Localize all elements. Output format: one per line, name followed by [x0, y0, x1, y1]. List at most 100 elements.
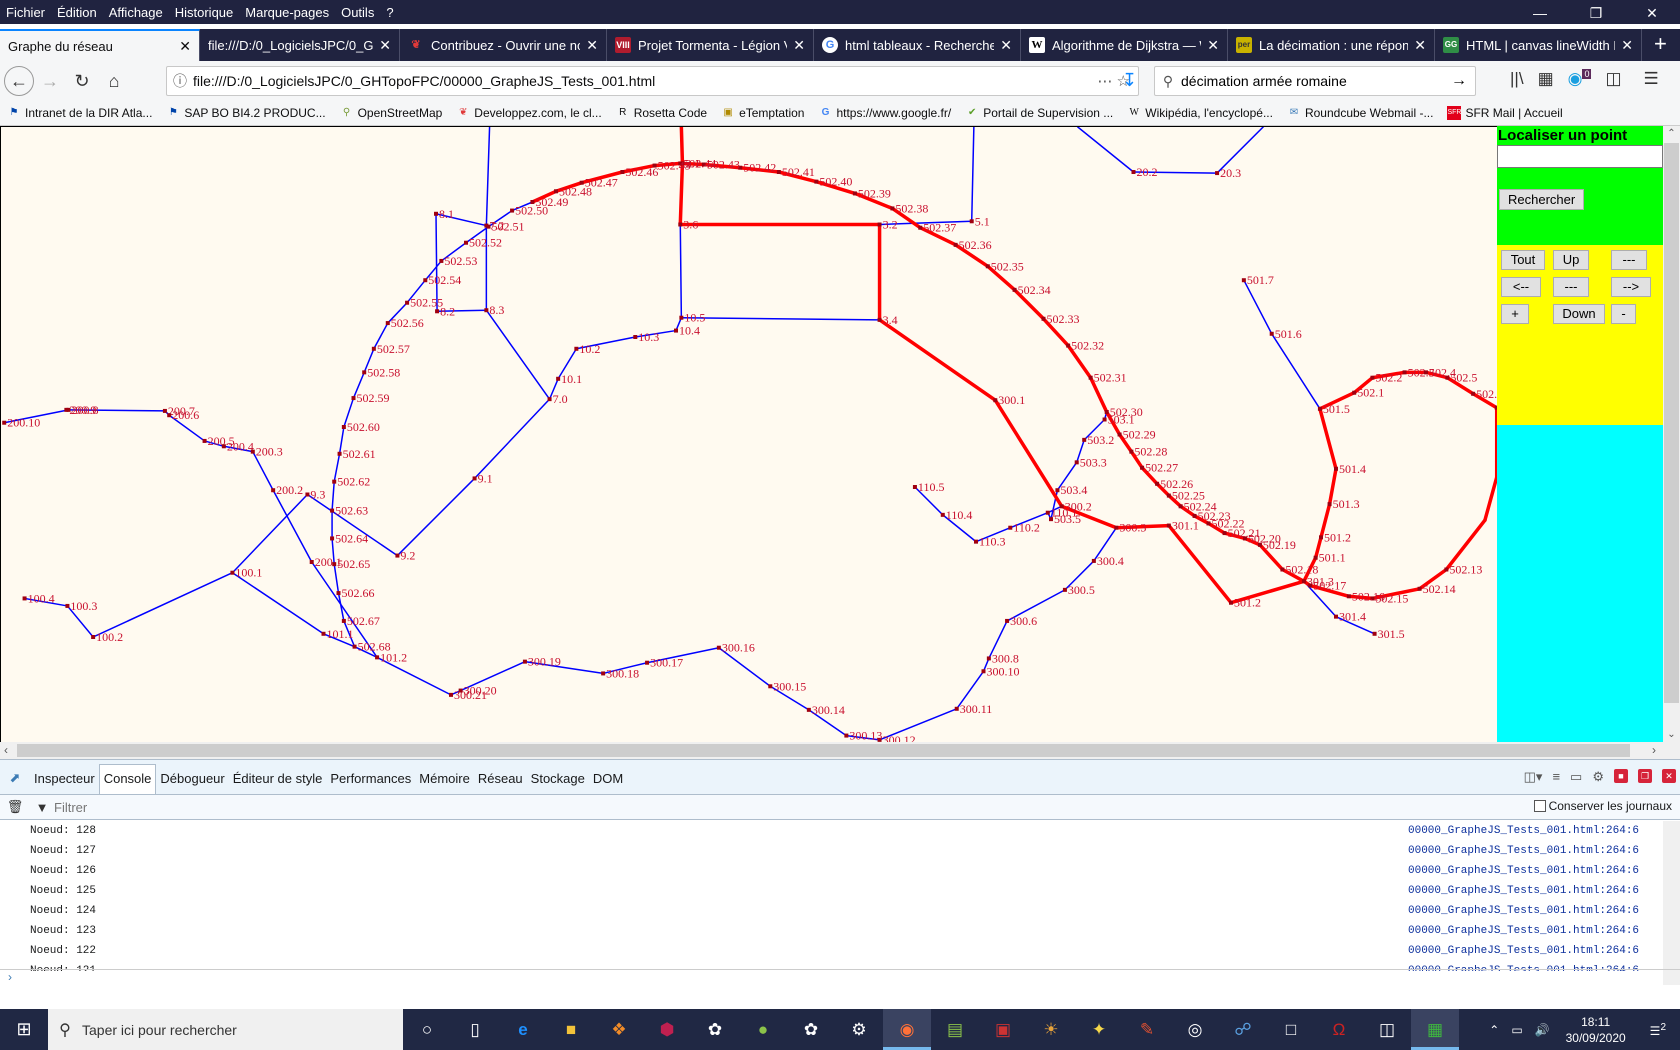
responsive-design-icon[interactable]: ▭ — [1570, 769, 1582, 785]
graph-node[interactable] — [890, 206, 895, 211]
filter-input[interactable]: Filtrer — [54, 800, 87, 815]
left-button[interactable]: <-- — [1501, 277, 1541, 297]
settings-gear-icon[interactable]: ⚙ — [1592, 769, 1604, 785]
graph-node[interactable] — [912, 485, 917, 489]
graph-node[interactable] — [1114, 525, 1119, 530]
search-input[interactable]: décimation armée romaine — [1181, 73, 1451, 89]
graph-node[interactable] — [230, 570, 235, 575]
search-button[interactable]: Rechercher — [1499, 189, 1585, 210]
graph-node[interactable] — [1313, 555, 1318, 560]
tab-dijkstra[interactable]: W Algorithme de Dijkstra — W ✕ — [1021, 29, 1228, 61]
graph-node[interactable] — [1301, 579, 1306, 584]
menu-historique[interactable]: Historique — [169, 5, 240, 20]
graph-node[interactable] — [1317, 406, 1322, 411]
graph-node[interactable] — [330, 508, 335, 513]
vertical-scrollbar[interactable]: ⌃ ⌄ — [1663, 126, 1680, 742]
graph-node[interactable] — [1131, 170, 1136, 174]
graph-node[interactable] — [1319, 535, 1323, 540]
scroll-left-icon[interactable]: ‹ — [4, 742, 8, 759]
graph-node[interactable] — [1074, 460, 1079, 465]
graph-node[interactable] — [352, 644, 357, 649]
scroll-up-icon[interactable]: ⌃ — [1663, 128, 1680, 139]
graph-node[interactable] — [341, 618, 346, 623]
tab-canvas-linewidth[interactable]: GG HTML | canvas lineWidth Pr ✕ — [1435, 29, 1642, 61]
graph-node[interactable] — [1222, 531, 1227, 536]
xampp-icon[interactable]: ❖ — [595, 1009, 643, 1050]
tab-memoire[interactable]: Mémoire — [415, 771, 474, 794]
graph-node[interactable] — [221, 444, 226, 449]
ghostery-icon[interactable]: ◉ 0 — [1568, 69, 1592, 89]
keep-logs-option[interactable]: Conserver les journaux — [1533, 799, 1672, 813]
log-source-link[interactable]: 00000_GrapheJS_Tests_001.html:264:6 — [1408, 941, 1639, 961]
graph-node[interactable] — [202, 438, 207, 443]
brush-app-icon[interactable]: ✎ — [1123, 1009, 1171, 1050]
graph-node[interactable] — [969, 219, 974, 224]
graph-node[interactable] — [167, 413, 172, 418]
tab-editeur-style[interactable]: Éditeur de style — [229, 771, 327, 794]
zoom-in-button[interactable]: + — [1501, 304, 1529, 324]
graph-node[interactable] — [385, 321, 390, 326]
graph-node[interactable] — [486, 224, 491, 229]
download-icon[interactable]: ↧ — [1122, 70, 1137, 91]
bookmark-supervision[interactable]: ✔ Portail de Supervision ... — [958, 106, 1120, 120]
graph-node[interactable] — [940, 512, 945, 517]
graph-node[interactable] — [844, 733, 849, 738]
graph-node[interactable] — [806, 707, 811, 712]
wand-app-icon[interactable]: ✦ — [1075, 1009, 1123, 1050]
tab-reseau[interactable]: Réseau — [474, 771, 527, 794]
close-tab-icon[interactable]: ✕ — [586, 37, 598, 54]
graph-node[interactable] — [1372, 631, 1377, 636]
bookmark-roundcube[interactable]: ✉ Roundcube Webmail -... — [1280, 106, 1441, 120]
graph-node[interactable] — [918, 225, 923, 230]
taskbar-search-input[interactable]: Taper ici pour rechercher — [82, 1022, 237, 1038]
graph-node[interactable] — [1352, 390, 1357, 395]
graph-node[interactable] — [1327, 502, 1332, 507]
graph-node[interactable] — [1104, 410, 1109, 414]
close-tab-icon[interactable]: ✕ — [379, 37, 391, 54]
graph-node[interactable] — [877, 317, 882, 322]
graph-node[interactable] — [1091, 558, 1096, 563]
graph-node[interactable] — [1140, 465, 1145, 470]
graph-node[interactable] — [678, 222, 683, 227]
graph-node[interactable] — [1041, 316, 1046, 321]
graph-node[interactable] — [1215, 171, 1220, 176]
graph-node[interactable] — [309, 560, 314, 564]
bookmark-openstreetmap[interactable]: ⚲ OpenStreetMap — [333, 106, 450, 120]
tab-google[interactable]: G html tableaux - Recherche ✕ — [814, 29, 1021, 61]
reload-button[interactable]: ↻ — [66, 65, 98, 97]
tab-stockage[interactable]: Stockage — [527, 771, 589, 794]
graph-node[interactable] — [1178, 504, 1183, 509]
graph-node[interactable] — [1308, 583, 1313, 588]
graph-node[interactable] — [547, 397, 552, 402]
graph-node[interactable] — [510, 208, 515, 213]
graph-node[interactable] — [1088, 375, 1093, 380]
graph-node[interactable] — [1346, 594, 1351, 599]
edge-icon[interactable]: e — [499, 1009, 547, 1050]
graph-node[interactable] — [2, 420, 7, 425]
graph-node[interactable] — [1334, 466, 1338, 471]
tab-debogueur[interactable]: Débogueur — [156, 771, 228, 794]
graph-node[interactable] — [395, 553, 400, 558]
graph-node[interactable] — [1417, 586, 1422, 591]
firefox-icon[interactable]: ◉ — [883, 1009, 931, 1050]
bookmark-wikipedia[interactable]: W Wikipédia, l'encyclopé... — [1120, 106, 1280, 120]
keep-logs-checkbox[interactable] — [1533, 800, 1546, 812]
new-tab-button[interactable]: + — [1642, 29, 1679, 61]
library-icon[interactable]: ||\ — [1510, 69, 1524, 89]
hamburger-menu-icon[interactable]: ☰ — [1644, 69, 1659, 89]
graph-node[interactable] — [1045, 510, 1050, 515]
bookmark-developpez[interactable]: ❦ Developpez.com, le cl... — [449, 106, 608, 120]
graph-node[interactable] — [674, 328, 678, 333]
graph-node[interactable] — [1155, 481, 1160, 486]
graph-node[interactable] — [1117, 432, 1122, 437]
graph-node[interactable] — [1444, 567, 1449, 572]
graph-node[interactable] — [852, 191, 857, 196]
hexagon-app-icon[interactable]: ⬢ — [643, 1009, 691, 1050]
devices-app-icon[interactable]: ◫ — [1363, 1009, 1411, 1050]
graph-node[interactable] — [1370, 375, 1375, 380]
zoom-out-button[interactable]: - — [1611, 304, 1636, 324]
graph-node[interactable] — [556, 376, 561, 381]
graph-node[interactable] — [993, 398, 998, 403]
log-source-link[interactable]: 00000_GrapheJS_Tests_001.html:264:6 — [1408, 881, 1639, 901]
graph-node[interactable] — [162, 408, 167, 413]
